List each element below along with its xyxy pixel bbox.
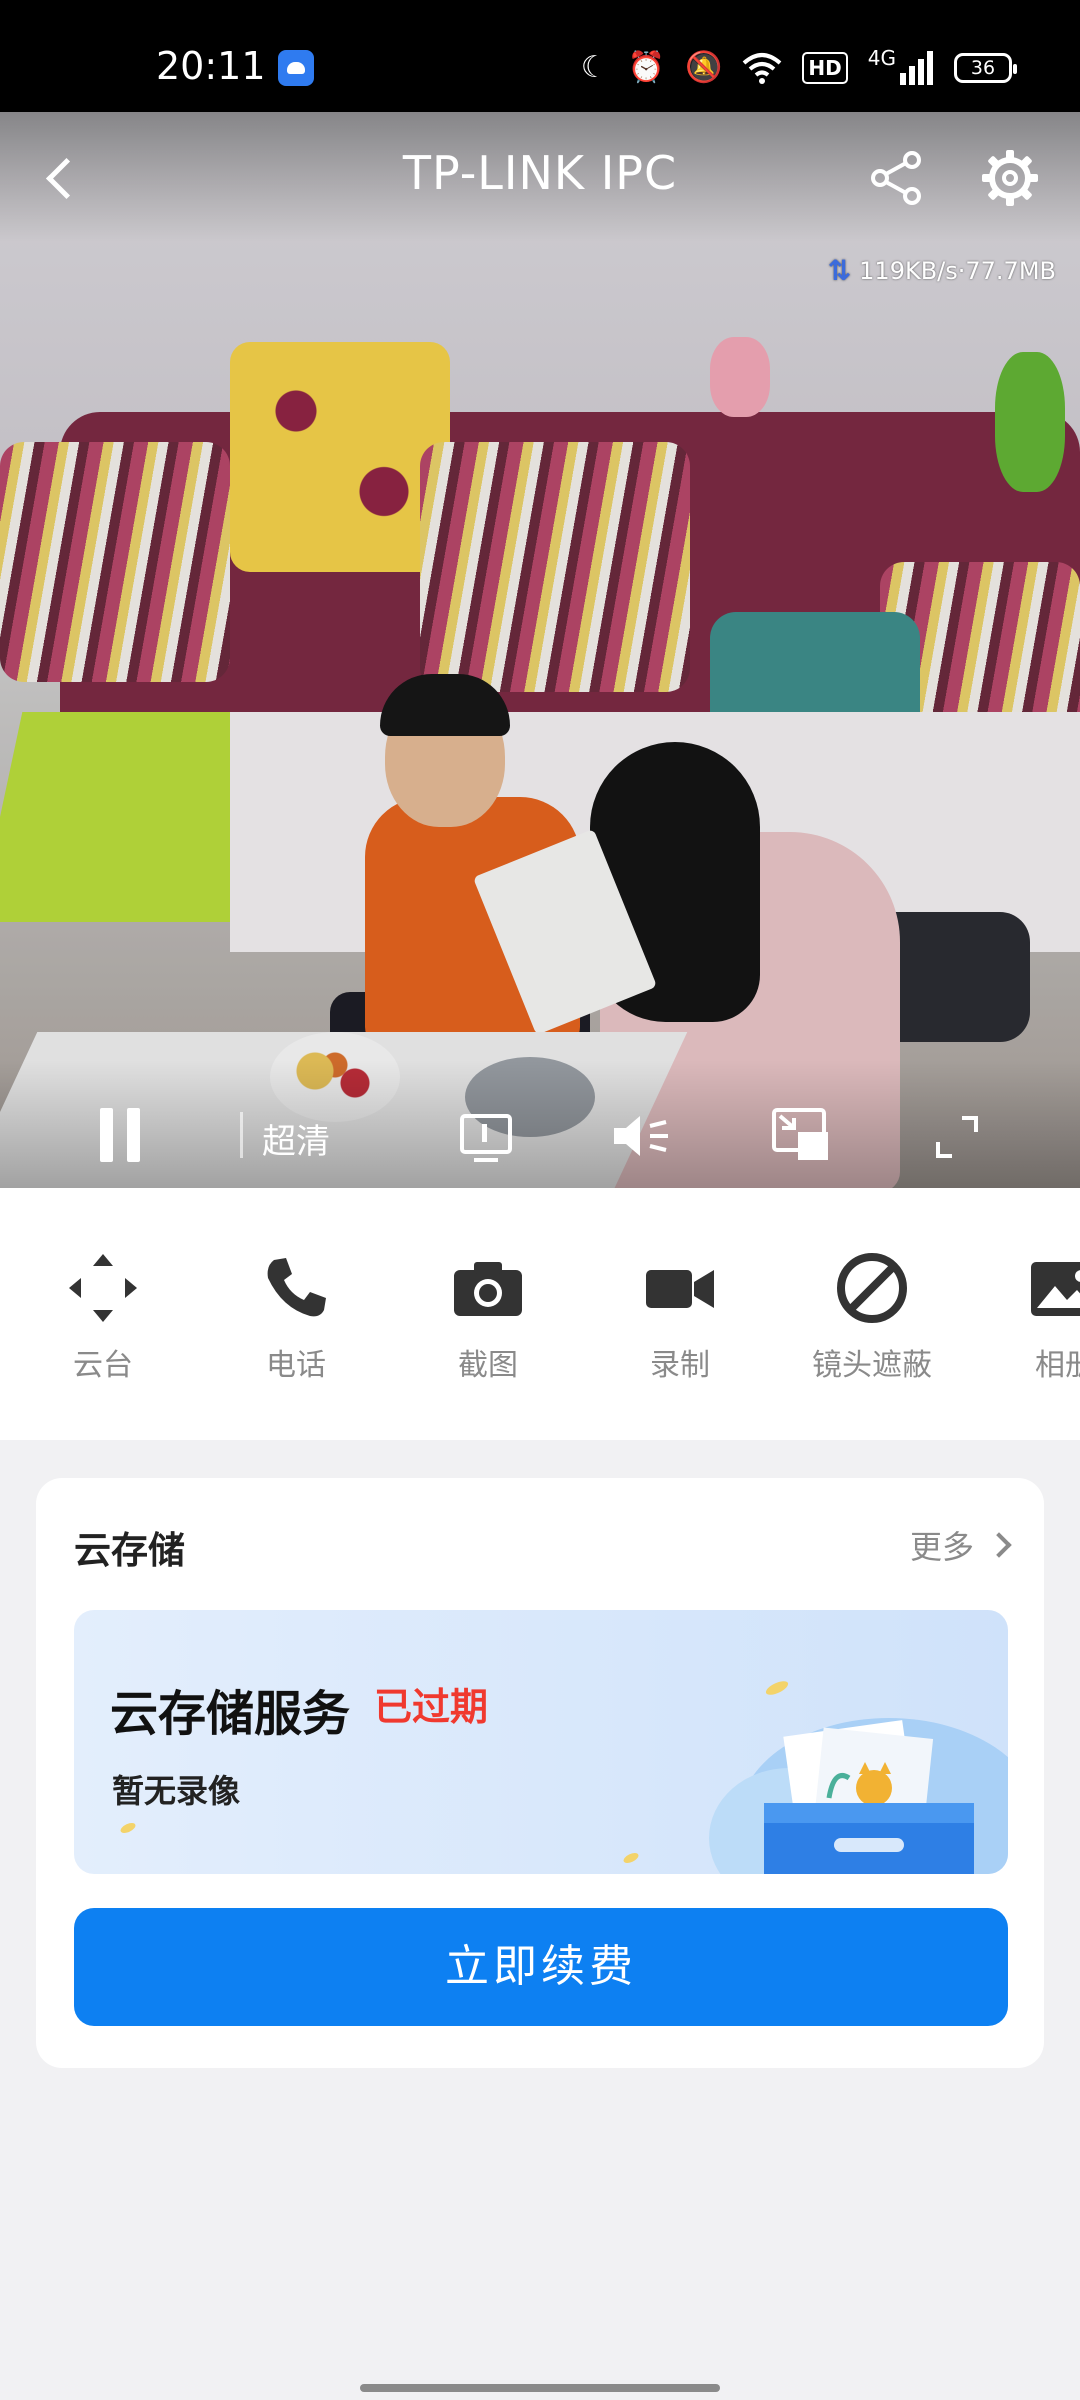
- battery-indicator: 36: [954, 53, 1017, 83]
- stream-arrows-icon: ⇅: [827, 254, 852, 287]
- expired-badge: 已过期: [374, 1684, 489, 1729]
- camera-icon: [454, 1262, 522, 1316]
- home-indicator[interactable]: [360, 2384, 720, 2392]
- alarm-icon: ⏰: [627, 50, 666, 85]
- tool-label: 电话: [266, 1348, 326, 1383]
- mute-icon: 🔕: [685, 50, 723, 85]
- stream-speed: ⇅ 119KB/s·77.7MB: [828, 254, 1056, 287]
- tool-label: 录制: [650, 1348, 710, 1383]
- moon-icon: ☾: [580, 50, 608, 85]
- decorative-leaf-icon: [120, 1823, 136, 1833]
- tool-label: 相册: [1035, 1348, 1080, 1383]
- feature-toolbar: 云台 电话 截图 录制 镜头遮蔽 相: [0, 1188, 1080, 1440]
- tool-screenshot[interactable]: 截图: [403, 1248, 573, 1384]
- cloud-service-banner[interactable]: 云存储服务 已过期 暂无录像: [74, 1610, 1008, 1874]
- screen-capture-icon[interactable]: [458, 1108, 514, 1164]
- tool-lens-cover[interactable]: 镜头遮蔽: [787, 1248, 957, 1384]
- card-title: 云存储: [74, 1529, 185, 1572]
- fullscreen-icon[interactable]: [932, 1112, 982, 1162]
- hd-icon: HD: [802, 52, 848, 84]
- tool-label: 截图: [458, 1348, 518, 1383]
- pause-button[interactable]: [100, 1108, 140, 1162]
- wifi-icon: [743, 53, 782, 84]
- tool-record[interactable]: 录制: [595, 1248, 765, 1384]
- banner-subtitle: 暂无录像: [112, 1772, 241, 1810]
- tool-ptz[interactable]: 云台: [18, 1248, 188, 1384]
- chevron-right-icon: [986, 1532, 1012, 1558]
- status-icons: ☾ ⏰ 🔕 HD 4G 36: [580, 46, 1017, 88]
- share-icon[interactable]: [866, 148, 926, 208]
- cloud-storage-card: 云存储 更多 云存储服务 已过期 暂无录像 立即续费: [36, 1478, 1044, 2068]
- banner-title: 云存储服务: [110, 1686, 351, 1742]
- controls-divider: [240, 1112, 243, 1158]
- status-bar: 20:11 ☾ ⏰ 🔕 HD 4G 36: [0, 0, 1080, 112]
- speaker-mute-icon[interactable]: [610, 1108, 674, 1164]
- album-icon: [1031, 1262, 1080, 1316]
- network-type: 4G: [867, 46, 896, 70]
- more-link[interactable]: 更多: [909, 1522, 1012, 1568]
- phone-icon: [267, 1258, 326, 1317]
- stream-speed-text: 119KB/s·77.7MB: [859, 256, 1056, 285]
- status-time: 20:11: [156, 44, 266, 88]
- gear-icon[interactable]: [980, 148, 1040, 208]
- signal-icon: [900, 51, 933, 85]
- ptz-arrows-icon: [69, 1254, 137, 1322]
- decorative-leaf-icon: [623, 1853, 639, 1863]
- lens-block-icon: [837, 1253, 907, 1323]
- android-notification-icon: [278, 50, 314, 86]
- tool-phone[interactable]: 电话: [211, 1248, 381, 1384]
- video-controls: 超清: [0, 1060, 1080, 1188]
- video-camera-icon: [646, 1270, 714, 1308]
- cloud-folder-illustration: [709, 1718, 1008, 1874]
- tool-label: 云台: [73, 1348, 133, 1383]
- tool-label: 镜头遮蔽: [812, 1348, 932, 1383]
- more-label: 更多: [909, 1528, 974, 1566]
- renew-now-button[interactable]: 立即续费: [74, 1908, 1008, 2026]
- tool-album[interactable]: 相册: [980, 1248, 1080, 1384]
- picture-in-picture-icon[interactable]: [770, 1106, 832, 1164]
- quality-button[interactable]: 超清: [262, 1114, 330, 1163]
- decorative-leaf-icon: [765, 1681, 789, 1695]
- live-video-view[interactable]: TP-LINK IPC ⇅ 119KB/s·77.7MB 超清: [0, 112, 1080, 1188]
